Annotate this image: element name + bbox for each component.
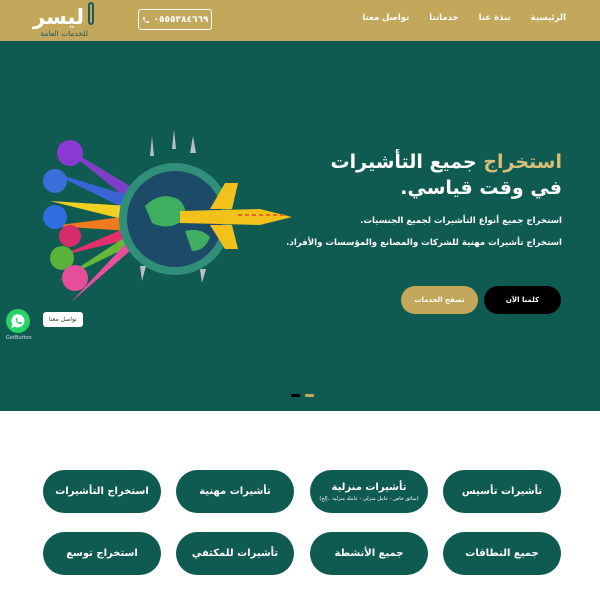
slider-dot-2[interactable] — [305, 394, 314, 397]
service-establishment-visas[interactable]: تأشيرات تأسيس — [443, 470, 561, 513]
nav-home[interactable]: الرئيسية — [531, 13, 566, 23]
logo-subtext: للخدمات العامة — [40, 29, 88, 38]
service-all-activities[interactable]: جميع الأنشطة — [310, 532, 428, 575]
whatsapp-tooltip: تواصل معنا — [43, 312, 83, 327]
phone-number: ٠٥٥٥٣٨٤٦٦٩ — [153, 14, 209, 25]
hero-title: استخراج جميع التأشيرات في وقت قياسي. — [262, 149, 562, 201]
hero-line-2: استخراج تأشيرات مهنية للشركات والمصانع و… — [286, 238, 562, 248]
hero-title-line2: في وقت قياسي. — [400, 177, 562, 199]
hero-description: استخراج جميع أنواع التأشيرات لجميع الجنس… — [262, 213, 562, 257]
service-label: تأشيرات مهنية — [199, 486, 271, 497]
hero-slider: استخراج جميع التأشيرات في وقت قياسي. است… — [0, 41, 600, 411]
service-professional-visas[interactable]: تأشيرات مهنية — [176, 470, 294, 513]
browse-services-button[interactable]: تصفح الخدمات — [401, 286, 478, 314]
services-section: تأشيرات تأسيس تأشيرات منزلية (سائق خاص -… — [0, 411, 600, 600]
contact-now-button[interactable]: كلمنا الآن — [484, 286, 561, 314]
nav-services[interactable]: خدماتنا — [429, 13, 458, 23]
phone-button[interactable]: ٠٥٥٥٣٨٤٦٦٩ — [138, 9, 212, 30]
service-self-sufficient-visas[interactable]: تأشيرات للمكتفي — [176, 532, 294, 575]
service-visa-extraction[interactable]: استخراج التأشيرات — [43, 470, 161, 513]
service-label: جميع الأنشطة — [334, 548, 404, 559]
service-sublabel: (سائق خاص - عامل منزلي - عاملة منزلية ..… — [319, 495, 419, 502]
service-label: جميع النطاقات — [465, 548, 539, 559]
site-header: ليسر للخدمات العامة ٠٥٥٥٣٨٤٦٦٩ الرئيسية … — [0, 0, 600, 41]
main-nav: الرئيسية نبذة عنا خدماتنا تواصل معنا — [362, 13, 566, 23]
hero-line-1: استخراج جميع أنواع التأشيرات لجميع الجنس… — [360, 216, 562, 226]
whatsapp-icon — [6, 309, 30, 333]
service-label: تأشيرات تأسيس — [461, 486, 543, 497]
service-expansion-extraction[interactable]: استخراج توسع — [43, 532, 161, 575]
service-all-ranges[interactable]: جميع النطاقات — [443, 532, 561, 575]
phone-icon — [142, 16, 149, 23]
service-label: تأشيرات للمكتفي — [191, 548, 279, 559]
service-label: استخراج التأشيرات — [55, 486, 149, 497]
nav-about[interactable]: نبذة عنا — [479, 13, 511, 23]
getbutton-brand: GetButton — [6, 335, 32, 341]
logo-mark-icon — [88, 2, 94, 25]
service-domestic-visas[interactable]: تأشيرات منزلية (سائق خاص - عامل منزلي - … — [310, 470, 428, 513]
logo-text: ليسر — [33, 5, 84, 29]
hero-title-accent: استخراج — [483, 151, 562, 173]
nav-contact[interactable]: تواصل معنا — [362, 13, 409, 23]
logo[interactable]: ليسر للخدمات العامة — [33, 2, 94, 40]
whatsapp-button[interactable] — [6, 309, 30, 333]
service-label: استخراج توسع — [66, 548, 138, 559]
slider-dot-1[interactable] — [291, 394, 300, 397]
hero-title-rest: جميع التأشيرات — [330, 151, 477, 173]
service-label: تأشيرات منزلية — [331, 481, 407, 493]
